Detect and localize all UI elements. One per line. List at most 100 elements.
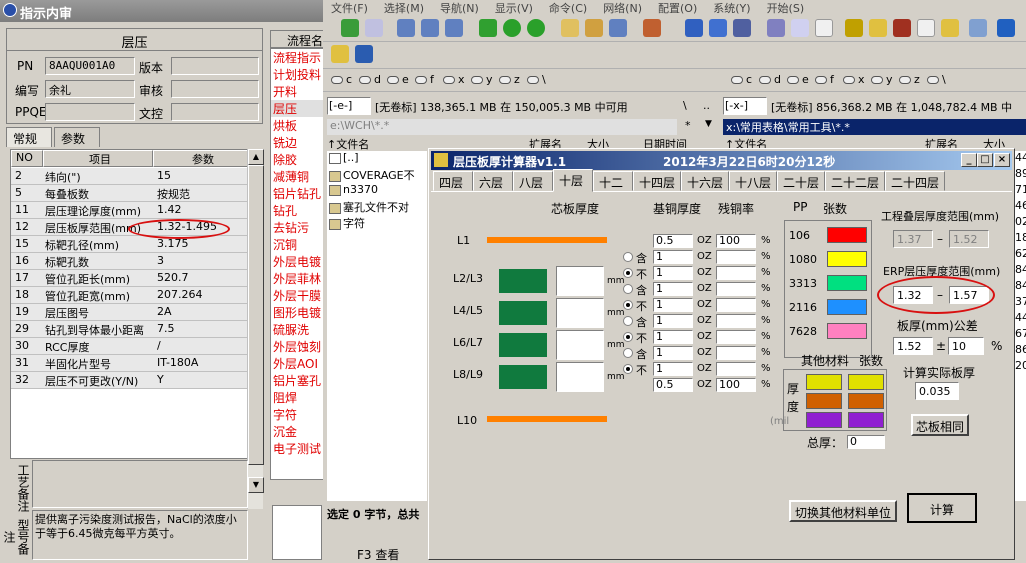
table-row[interactable]: 29 钻孔到导体最小距离 7.5 [11,321,249,338]
drive-button[interactable]: y [871,73,893,91]
table-row[interactable]: 32 层压不可更改(Y/N) Y [11,372,249,389]
drive-button[interactable]: x [843,73,865,91]
lock-icon[interactable] [845,19,863,37]
core-thickness-input[interactable] [556,362,604,392]
drive-button[interactable]: e [787,73,809,91]
left-drive-select[interactable]: [-e-] [327,97,371,115]
same-core-button[interactable]: 芯板相同 [911,414,969,436]
residual-input[interactable] [716,330,756,344]
calc-icon[interactable] [969,19,987,37]
base-copper-input[interactable]: 1 [653,362,693,376]
process-item[interactable]: 阻焊 [271,389,323,406]
col-filename[interactable]: ↑文件名 [327,136,369,152]
process-item[interactable]: 钻孔 [271,202,323,219]
other-thickness-swatch[interactable] [806,374,842,390]
table-row[interactable]: 11 层压理论厚度(mm) 1.42 [11,202,249,219]
pp-color-swatch[interactable] [827,323,867,339]
scroll-up-icon[interactable]: ▲ [248,149,264,165]
pp-color-swatch[interactable] [827,251,867,267]
folder-open-icon[interactable] [331,45,349,63]
menu-item[interactable]: 选择(M) [384,2,424,14]
base-copper-input[interactable]: 1 [653,314,693,328]
app-icon-a[interactable] [893,19,911,37]
option-radio[interactable] [623,348,633,358]
base-copper-input[interactable]: 1 [653,298,693,312]
file-item[interactable]: [..] [327,151,427,167]
menu-item[interactable]: 文件(F) [331,2,368,14]
other-sheets-swatch[interactable] [848,393,884,409]
maximize-icon[interactable]: □ [977,153,993,167]
table-row[interactable]: 5 每叠板数 按规范 [11,185,249,202]
option-radio[interactable] [623,252,633,262]
tab-十六层[interactable]: 十六层 [681,171,729,191]
version-field[interactable] [171,57,259,75]
sort-icon[interactable] [479,19,497,37]
left-root-btn[interactable]: \ [683,99,687,112]
menu-item[interactable]: 开始(S) [767,2,805,14]
view-icon[interactable] [365,19,383,37]
folder-icon[interactable] [869,19,887,37]
minimize-icon[interactable]: _ [961,153,977,167]
process-item[interactable]: 硫脲洗 [271,321,323,338]
right-drive-select[interactable]: [-x-] [723,97,767,115]
tab-十二[interactable]: 十二 [593,171,633,191]
table-row[interactable]: 31 半固化片型号 IT-180A [11,355,249,372]
process-item[interactable]: 减薄铜 [271,168,323,185]
compare-icon[interactable] [609,19,627,37]
table-row[interactable]: 30 RCC厚度 / [11,338,249,355]
core-thickness-input[interactable] [556,298,604,328]
file-item[interactable]: n3370 [327,183,427,199]
drive-button[interactable]: \ [527,73,546,91]
option-radio[interactable] [623,364,633,374]
base-copper-input[interactable]: 1 [653,250,693,264]
calculate-button[interactable]: 计算 [907,493,977,523]
base-copper-input[interactable]: 1 [653,266,693,280]
left-up-btn[interactable]: .. [703,99,710,112]
residual-input[interactable] [716,298,756,312]
f3-view-button[interactable]: F3 查看 [357,546,399,563]
search-icon[interactable] [685,19,703,37]
tab-十层[interactable]: 十层 [553,169,593,192]
process-item[interactable]: 铝片塞孔 [271,372,323,389]
author-field[interactable]: 余礼 [45,80,135,98]
file-item[interactable]: 字符 [327,215,427,231]
process-remark-field[interactable] [32,460,248,508]
model-remark-field[interactable]: 提供离子污染度测试报告，NaCl的浓度小于等于6.45微克每平方英寸。 [32,510,248,560]
drive-button[interactable]: e [387,73,409,91]
notepad-icon[interactable] [767,19,785,37]
drive-button[interactable]: c [331,73,352,91]
process-item[interactable]: 计划投料 [271,66,323,83]
residual-input[interactable] [716,266,756,280]
table-row[interactable]: 15 标靶孔径(mm) 3.175 [11,236,249,253]
residual-input[interactable] [716,346,756,360]
core-thickness-input[interactable] [556,330,604,360]
forward-icon[interactable] [527,19,545,37]
table-row[interactable]: 19 层压图号 2A [11,304,249,321]
tolerance-field[interactable]: 10 [948,337,984,355]
process-item[interactable]: 外层AOI [271,355,323,372]
residual-input[interactable] [716,362,756,376]
process-item[interactable]: 铣边 [271,134,323,151]
review-field[interactable] [171,80,259,98]
vertical-scrollbar[interactable]: ▲ ▼ [247,149,264,509]
other-sheets-swatch[interactable] [848,412,884,428]
residual-input[interactable] [716,250,756,264]
back-icon[interactable] [503,19,521,37]
tab-十八层[interactable]: 十八层 [729,171,777,191]
right-history-icon[interactable]: ▼ [705,119,712,129]
col-header-no[interactable]: NO [11,150,43,167]
option-radio[interactable] [623,300,633,310]
process-item[interactable]: 外层电镀 [271,253,323,270]
switch-unit-button[interactable]: 切换其他材料单位 [789,500,897,522]
table-row[interactable]: 16 标靶孔数 3 [11,253,249,270]
option-radio[interactable] [623,332,633,342]
blank-icon[interactable] [917,19,935,37]
drive-button[interactable]: d [359,73,381,91]
drive-button[interactable]: d [759,73,781,91]
process-item[interactable]: 除胶 [271,151,323,168]
total-thickness-field[interactable]: 0 [847,435,885,449]
file-item[interactable]: COVERAGE不 [327,167,427,183]
process-item[interactable]: 沉金 [271,423,323,440]
other-thickness-swatch[interactable] [806,412,842,428]
base-copper-input[interactable]: 1 [653,282,693,296]
